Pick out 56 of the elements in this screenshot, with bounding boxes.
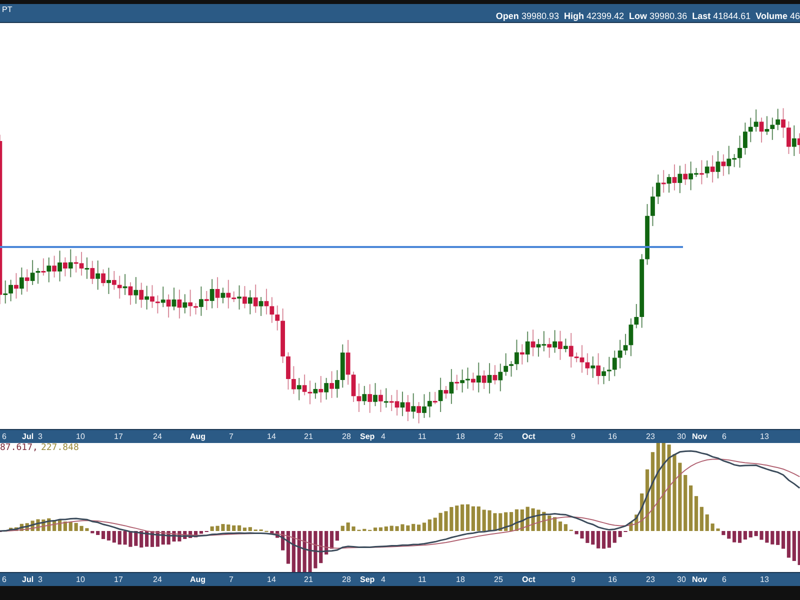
date-axis-label: 9 [571, 574, 576, 585]
date-axis-label: 4 [381, 574, 386, 585]
date-axis-label: Jul [22, 574, 34, 585]
price-stat: Volume 46 [756, 11, 800, 21]
date-axis-label: 7 [229, 574, 234, 585]
date-axis-label: 16 [608, 431, 617, 442]
date-axis-label: 18 [456, 574, 465, 585]
date-axis-label: Sep [360, 431, 375, 442]
price-stat: Low 39980.36 [629, 11, 688, 21]
date-axis-label: 4 [381, 431, 386, 442]
date-axis-label: 21 [304, 574, 313, 585]
date-axis-label: 9 [571, 431, 576, 442]
date-axis-label: 25 [494, 431, 503, 442]
date-axis-label: 28 [342, 431, 351, 442]
date-axis-label: Aug [190, 574, 206, 585]
date-axis-label: 18 [456, 431, 465, 442]
date-axis-label: 14 [267, 574, 276, 585]
date-axis-label: 10 [76, 431, 85, 442]
macd-value: 87.617, [0, 443, 38, 453]
price-stat: Last 41844.61 [692, 11, 751, 21]
date-axis-label: 13 [760, 431, 769, 442]
date-axis-label: 24 [153, 431, 162, 442]
date-axis-label: 6 [2, 574, 6, 585]
price-stat: High 42399.42 [564, 11, 624, 21]
date-axis-label: 21 [304, 431, 313, 442]
date-axis-label: 6 [2, 431, 6, 442]
price-stat: Open 39980.93 [496, 11, 559, 21]
date-axis-label: 11 [418, 431, 426, 442]
date-axis-label: Oct [522, 574, 536, 585]
date-axis-label: 23 [646, 574, 655, 585]
date-axis-label: Nov [692, 574, 708, 585]
date-axis-label: 16 [608, 574, 617, 585]
date-axis-label: 28 [342, 574, 351, 585]
date-axis-label: Nov [692, 431, 708, 442]
date-axis-label: 7 [229, 431, 234, 442]
macd-value: 227.848 [40, 443, 79, 453]
date-axis-label: Jul [22, 431, 34, 442]
date-axis-label: 23 [646, 431, 655, 442]
date-axis-label: Aug [190, 431, 206, 442]
date-axis-label: 11 [418, 574, 426, 585]
date-axis-label: 10 [76, 574, 85, 585]
date-axis-label: Oct [522, 431, 536, 442]
date-axis-label: 3 [38, 431, 42, 442]
date-axis-label: 3 [38, 574, 42, 585]
date-axis-label: 24 [153, 574, 162, 585]
date-axis-label: 6 [722, 431, 726, 442]
date-axis-label: 30 [677, 574, 686, 585]
date-axis-label: 17 [114, 574, 123, 585]
date-axis-label: 17 [114, 431, 123, 442]
date-axis-label: Sep [360, 574, 375, 585]
date-axis-label: 13 [760, 574, 769, 585]
symbol-label: PT [2, 5, 12, 14]
date-axis-label: 6 [722, 574, 726, 585]
date-axis-label: 30 [677, 431, 686, 442]
date-axis-label: 25 [494, 574, 503, 585]
date-axis-label: 14 [267, 431, 276, 442]
